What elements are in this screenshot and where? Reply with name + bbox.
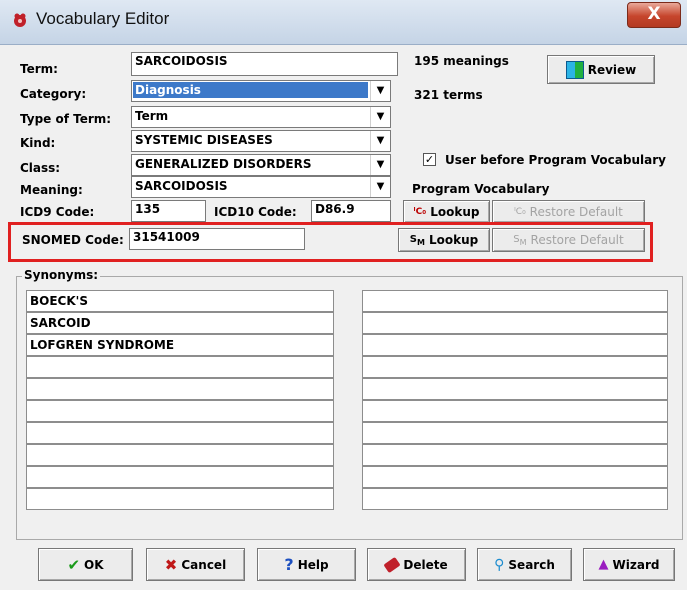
category-select[interactable]: Diagnosis ▼ [131, 80, 391, 102]
user-before-label: User before Program Vocabulary [445, 153, 666, 167]
synonyms-label: Synonyms: [22, 268, 101, 282]
synonym-left-item[interactable] [26, 466, 334, 488]
type-of-term-select[interactable]: Term ▼ [131, 106, 391, 128]
review-button[interactable]: Review [547, 55, 655, 84]
synonym-left-item[interactable] [26, 378, 334, 400]
synonym-right-item[interactable] [362, 422, 668, 444]
synonyms-right-list [362, 290, 668, 510]
search-pin-icon: ⚲ [494, 556, 505, 573]
synonym-right-item[interactable] [362, 378, 668, 400]
delete-button[interactable]: Delete [367, 548, 466, 581]
cancel-label: Cancel [181, 557, 227, 572]
synonyms-left-list: BOECK'S SARCOID LOFGREN SYNDROME [26, 290, 334, 510]
snomed-lookup-button[interactable]: SM Lookup [398, 228, 490, 252]
synonym-right-item[interactable] [362, 334, 668, 356]
checkmark-icon: ✔ [67, 555, 81, 574]
ok-button[interactable]: ✔ OK [38, 548, 133, 581]
synonym-left-item[interactable]: LOFGREN SYNDROME [26, 334, 334, 356]
term-label: Term: [20, 62, 58, 76]
eraser-icon [383, 556, 401, 573]
chevron-down-icon[interactable]: ▼ [370, 131, 390, 151]
meaning-value: SARCOIDOSIS [135, 179, 228, 193]
user-before-checkbox[interactable]: ✓ [423, 153, 436, 166]
meaning-label: Meaning: [20, 183, 83, 197]
icd-lookup-button[interactable]: ᴵC₀ Lookup [403, 200, 490, 223]
icd10-input[interactable]: D86.9 [311, 200, 391, 222]
synonym-right-item[interactable] [362, 312, 668, 334]
synonym-right-item[interactable] [362, 290, 668, 312]
close-x-icon: ✖ [164, 555, 178, 574]
terms-count: 321 terms [414, 88, 483, 102]
synonym-left-item[interactable] [26, 400, 334, 422]
icd10-label: ICD10 Code: [214, 205, 297, 219]
chevron-down-icon[interactable]: ▼ [370, 177, 390, 197]
category-label: Category: [20, 87, 87, 101]
synonym-left-item[interactable]: SARCOID [26, 312, 334, 334]
synonym-right-item[interactable] [362, 356, 668, 378]
wizard-label: Wizard [612, 557, 660, 572]
class-label: Class: [20, 161, 61, 175]
kind-label: Kind: [20, 136, 56, 150]
icd-code-icon: ᴵC₀ [413, 206, 427, 217]
wizard-hat-icon: ▲ [598, 557, 609, 572]
kind-value: SYSTEMIC DISEASES [135, 133, 273, 147]
synonym-right-item[interactable] [362, 488, 668, 510]
help-label: Help [297, 557, 329, 572]
synonym-left-item[interactable] [26, 488, 334, 510]
meanings-count: 195 meanings [414, 54, 509, 68]
close-button[interactable]: X [627, 2, 681, 28]
snomed-restore-default-button[interactable]: SM Restore Default [492, 228, 645, 252]
chevron-down-icon[interactable]: ▼ [370, 107, 390, 127]
cancel-button[interactable]: ✖ Cancel [146, 548, 245, 581]
chevron-down-icon[interactable]: ▼ [370, 81, 390, 101]
search-button[interactable]: ⚲ Search [477, 548, 572, 581]
synonym-right-item[interactable] [362, 400, 668, 422]
review-grid-icon [565, 60, 584, 79]
snomed-restore-label: Restore Default [530, 233, 624, 247]
synonym-left-item[interactable]: BOECK'S [26, 290, 334, 312]
icd-lookup-label: Lookup [430, 204, 480, 219]
synonym-right-item[interactable] [362, 466, 668, 488]
review-label: Review [587, 62, 637, 77]
search-label: Search [508, 557, 555, 572]
snomed-code-icon: SM [513, 233, 527, 247]
icd-restore-default-button[interactable]: ᴵC₀ Restore Default [492, 200, 645, 223]
icd9-input[interactable]: 135 [131, 200, 206, 222]
icd-restore-label: Restore Default [529, 204, 623, 219]
help-button[interactable]: ? Help [257, 548, 356, 581]
class-select[interactable]: GENERALIZED DISORDERS ▼ [131, 154, 391, 176]
synonym-right-item[interactable] [362, 444, 668, 466]
vocabulary-editor-window: Vocabulary Editor X Term: Category: Type… [0, 0, 687, 590]
category-value: Diagnosis [133, 82, 368, 98]
snomed-input[interactable]: 31541009 [129, 228, 305, 250]
icd-code-icon: ᴵC₀ [514, 206, 526, 217]
snomed-code-icon: SM [409, 233, 425, 247]
icd9-label: ICD9 Code: [20, 205, 95, 219]
title-bar[interactable]: Vocabulary Editor X [0, 0, 687, 45]
term-input[interactable]: SARCOIDOSIS [131, 52, 398, 76]
synonym-left-item[interactable] [26, 356, 334, 378]
kind-select[interactable]: SYSTEMIC DISEASES ▼ [131, 130, 391, 152]
wizard-button[interactable]: ▲ Wizard [583, 548, 675, 581]
class-value: GENERALIZED DISORDERS [135, 157, 312, 171]
program-vocab-label: Program Vocabulary [412, 182, 550, 196]
type-of-term-value: Term [135, 109, 169, 123]
snomed-label: SNOMED Code: [22, 233, 124, 247]
meaning-select[interactable]: SARCOIDOSIS ▼ [131, 176, 391, 198]
snomed-lookup-label: Lookup [428, 233, 479, 247]
chevron-down-icon[interactable]: ▼ [370, 155, 390, 175]
app-logo-icon [14, 13, 26, 27]
ok-label: OK [84, 557, 104, 572]
question-mark-icon: ? [284, 555, 294, 574]
type-of-term-label: Type of Term: [20, 112, 112, 126]
delete-label: Delete [403, 557, 448, 572]
synonym-left-item[interactable] [26, 444, 334, 466]
synonym-left-item[interactable] [26, 422, 334, 444]
window-title: Vocabulary Editor [36, 9, 170, 28]
